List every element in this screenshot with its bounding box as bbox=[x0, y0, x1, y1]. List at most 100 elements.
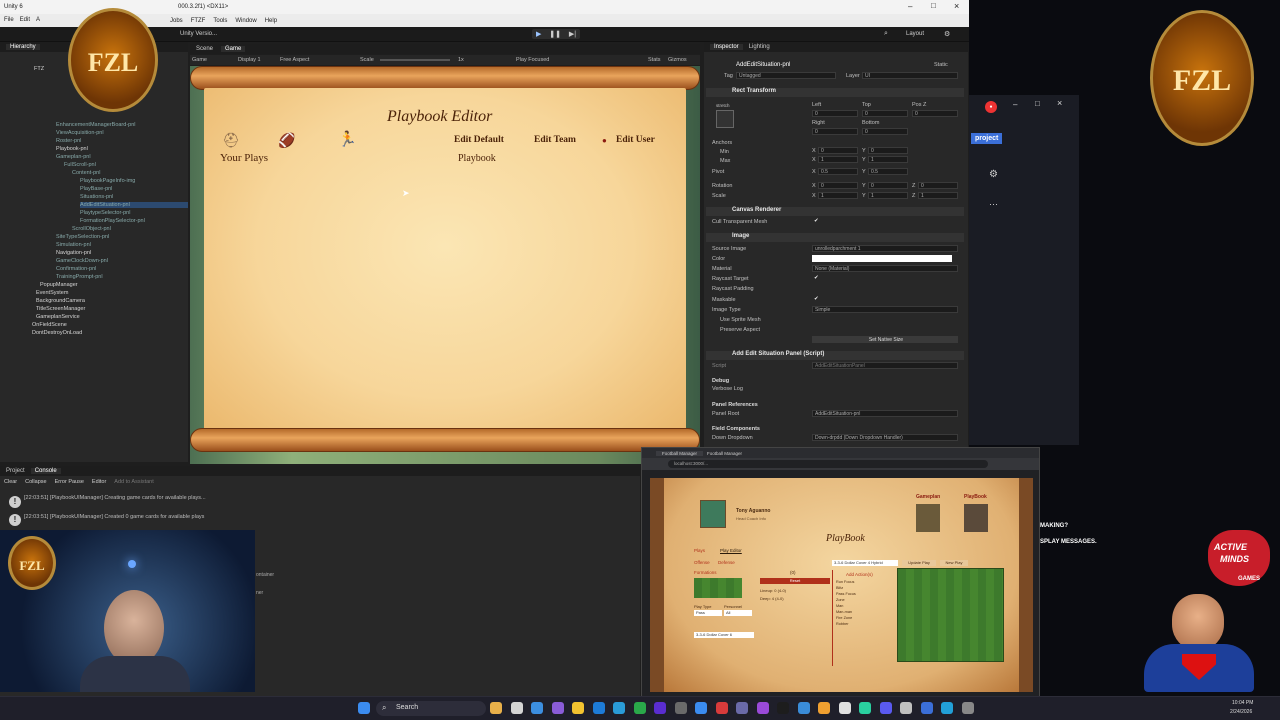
menu-item[interactable]: A bbox=[36, 17, 40, 23]
vector-field[interactable]: 0 bbox=[868, 182, 908, 189]
gizmos-button[interactable]: Gizmos bbox=[668, 57, 687, 63]
taskbar-date[interactable]: 2/24/2026 bbox=[1230, 709, 1252, 715]
image-header[interactable]: Image bbox=[706, 233, 964, 242]
hierarchy-item[interactable]: Gameplan-pnl bbox=[56, 154, 91, 160]
vector-field[interactable]: 1 bbox=[868, 156, 908, 163]
raycast-padding-foldout[interactable]: Raycast Padding bbox=[712, 286, 754, 292]
vector-field[interactable]: 1 bbox=[818, 192, 858, 199]
action-item[interactable]: Man bbox=[836, 604, 843, 608]
menu-item[interactable]: Help bbox=[265, 18, 277, 24]
vector-field[interactable]: 0 bbox=[818, 147, 858, 154]
files-icon[interactable] bbox=[510, 702, 523, 714]
cull-checkbox[interactable]: ✔ bbox=[814, 218, 819, 224]
hierarchy-item[interactable]: TrainingPrompt-pnl bbox=[56, 274, 103, 280]
hierarchy-item[interactable]: PlaybookPageInfo-img bbox=[80, 178, 135, 184]
hierarchy-item[interactable]: GameplanService bbox=[36, 314, 80, 320]
discord-icon[interactable] bbox=[879, 702, 892, 714]
action-item[interactable]: Fire Zone bbox=[836, 616, 852, 620]
edit-default-button[interactable]: Edit Default bbox=[454, 135, 504, 145]
hierarchy-item[interactable]: Playbook-pnl bbox=[56, 146, 88, 152]
action-item[interactable]: Run Focus bbox=[836, 580, 854, 584]
playbook-thumbnail[interactable] bbox=[964, 504, 988, 532]
play-focused-dropdown[interactable]: Play Focused bbox=[516, 57, 549, 63]
vector-field[interactable]: 0.5 bbox=[818, 168, 858, 175]
update-play-button[interactable]: Update Play bbox=[902, 560, 936, 566]
play-name-field[interactable]: 3-3-6 Dollar Cover 6 bbox=[694, 632, 754, 638]
top-field[interactable]: 0 bbox=[862, 110, 908, 117]
personnel-select[interactable]: All bbox=[724, 610, 752, 616]
taskbar-time[interactable]: 10:04 PM bbox=[1232, 700, 1253, 706]
clear-button[interactable]: Clear bbox=[4, 479, 17, 485]
tab-console[interactable]: Console bbox=[30, 468, 61, 474]
tab-game[interactable]: Game bbox=[221, 46, 246, 52]
hierarchy-item[interactable]: Roster-pnl bbox=[56, 138, 81, 144]
reset-button[interactable]: Reset bbox=[760, 578, 830, 584]
maximize-icon[interactable]: □ bbox=[931, 1, 936, 10]
edit-user-button[interactable]: Edit User bbox=[616, 135, 655, 145]
console-log-line[interactable]: [22:03:51] [PlaybookUIManager] Creating … bbox=[24, 495, 206, 501]
hierarchy-item[interactable]: EventSystem bbox=[36, 290, 68, 296]
hierarchy-item[interactable]: EnhancementManagerBoard-pnl bbox=[56, 122, 136, 128]
hierarchy-item[interactable]: GameClockDown-pnl bbox=[56, 258, 108, 264]
defense-toggle[interactable]: Defense bbox=[718, 560, 735, 565]
hierarchy-item[interactable]: PlayBase-pnl bbox=[80, 186, 112, 192]
hierarchy-item[interactable]: PlaytypeSelector-pnl bbox=[80, 210, 130, 216]
playbook-label[interactable]: PlayBook bbox=[964, 494, 987, 500]
add-actions-label[interactable]: Add Action(s) bbox=[846, 572, 873, 577]
menu-item[interactable]: Tools bbox=[213, 18, 227, 24]
hierarchy-item[interactable]: TitleScreenManager bbox=[36, 306, 85, 312]
menu-item[interactable]: Jobs bbox=[170, 18, 183, 24]
vs-studio-icon[interactable] bbox=[756, 702, 769, 714]
word-icon[interactable] bbox=[920, 702, 933, 714]
vector-field[interactable]: 1 bbox=[918, 192, 958, 199]
material-field[interactable]: None (Material) bbox=[812, 265, 958, 272]
formation-grid[interactable] bbox=[694, 578, 742, 598]
tab-lighting[interactable]: Lighting bbox=[749, 44, 770, 50]
layout-dropdown[interactable]: Layout bbox=[906, 31, 924, 37]
tab-hierarchy[interactable]: Hierarchy bbox=[6, 44, 40, 50]
tab-scene[interactable]: Scene bbox=[196, 46, 213, 52]
display-dropdown[interactable]: Display 1 bbox=[238, 57, 261, 63]
panel-root-field[interactable]: AddEditSituation-pnl bbox=[812, 410, 958, 417]
scale-slider[interactable] bbox=[380, 59, 450, 61]
hierarchy-item[interactable]: PopupManager bbox=[40, 282, 78, 288]
chrome-icon[interactable] bbox=[797, 702, 810, 714]
error-pause-button[interactable]: Error Pause bbox=[55, 479, 84, 485]
slack-icon[interactable] bbox=[715, 702, 728, 714]
action-item[interactable]: Man-man bbox=[836, 610, 852, 614]
image-type-dropdown[interactable]: Simple bbox=[812, 306, 958, 313]
hierarchy-item[interactable]: Content-pnl bbox=[72, 170, 100, 176]
hierarchy-item[interactable]: Navigation-pnl bbox=[56, 250, 91, 256]
hierarchy-item[interactable]: SiteTypeSelection-pnl bbox=[56, 234, 109, 240]
static-toggle[interactable]: Static bbox=[934, 62, 948, 68]
hierarchy-item[interactable]: ViewAcquisition-pnl bbox=[56, 130, 104, 136]
canvas-renderer-header[interactable]: Canvas Renderer bbox=[706, 207, 964, 216]
layer-dropdown[interactable]: UI bbox=[862, 72, 958, 79]
tab-plays[interactable]: Plays bbox=[694, 548, 705, 553]
terminal-icon[interactable] bbox=[633, 702, 646, 714]
url-field[interactable]: localhost:3000/... bbox=[668, 460, 988, 468]
vector-field[interactable]: 0 bbox=[868, 147, 908, 154]
hierarchy-item[interactable]: AddEditSituation-pnl bbox=[80, 202, 188, 208]
store-icon[interactable] bbox=[592, 702, 605, 714]
settings-icon[interactable]: ⚙ bbox=[989, 169, 998, 180]
offense-toggle[interactable]: Offense bbox=[694, 560, 710, 565]
raycast-target-checkbox[interactable]: ✔ bbox=[814, 275, 819, 281]
hierarchy-item[interactable]: FullScroll-pnl bbox=[64, 162, 96, 168]
collapse-button[interactable]: Collapse bbox=[25, 479, 46, 485]
edit-team-button[interactable]: Edit Team bbox=[534, 135, 576, 145]
hierarchy-item[interactable]: BackgroundCamera bbox=[36, 298, 85, 304]
explorer-icon[interactable] bbox=[490, 702, 502, 714]
project-button[interactable]: project bbox=[971, 133, 1003, 144]
action-item[interactable]: Pass Focus bbox=[836, 592, 856, 596]
close-icon[interactable]: × bbox=[954, 1, 959, 11]
posz-field[interactable]: 0 bbox=[912, 110, 958, 117]
editor-dropdown[interactable]: Editor bbox=[92, 479, 106, 485]
object-name-field[interactable]: AddEditSituation-pnl bbox=[736, 62, 790, 68]
minimize-icon[interactable]: – bbox=[1013, 100, 1017, 109]
app-icon[interactable] bbox=[736, 702, 748, 714]
gameplan-thumbnail[interactable] bbox=[916, 504, 940, 532]
your-plays-label[interactable]: Your Plays bbox=[220, 152, 268, 164]
steam-icon[interactable] bbox=[777, 702, 789, 714]
menu-item[interactable]: FTZF bbox=[191, 18, 206, 24]
